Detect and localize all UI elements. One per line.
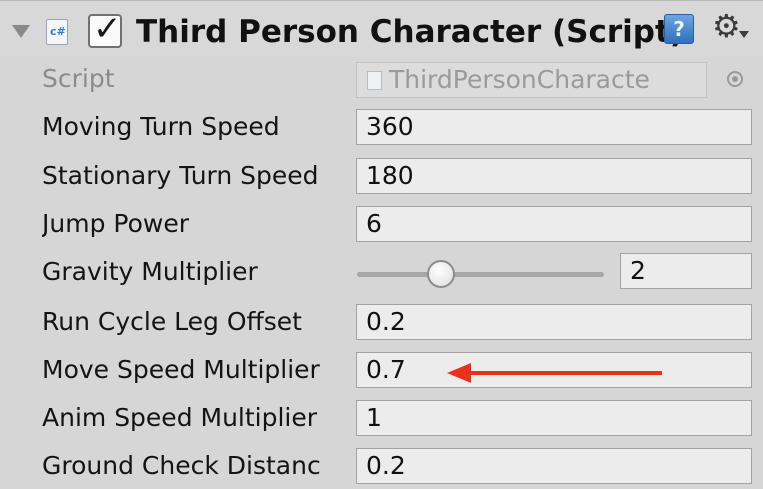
script-object-name: ThirdPersonCharacte <box>389 65 650 94</box>
ground-check-distance-label: Ground Check Distanc <box>42 451 321 480</box>
anim-speed-multiplier-label: Anim Speed Multiplier <box>42 403 318 432</box>
script-label: Script <box>42 64 115 93</box>
jump-power-label: Jump Power <box>42 209 189 238</box>
component-header[interactable]: ✓ Third Person Character (Script) ⚙ <box>0 1 763 57</box>
checkmark-icon: ✓ <box>93 9 122 49</box>
csharp-script-icon <box>46 19 68 45</box>
stationary-turn-speed-field[interactable]: 180 <box>356 158 752 194</box>
foldout-triangle-icon[interactable] <box>12 25 30 38</box>
settings-dropdown-arrow-icon[interactable] <box>739 31 749 38</box>
jump-power-field[interactable]: 6 <box>356 206 752 242</box>
gravity-multiplier-slider[interactable] <box>357 272 604 277</box>
moving-turn-speed-label: Moving Turn Speed <box>42 112 280 141</box>
help-book-icon[interactable] <box>664 14 694 44</box>
annotation-arrow-icon <box>447 363 662 383</box>
run-cycle-leg-offset-label: Run Cycle Leg Offset <box>42 307 302 336</box>
gravity-multiplier-label: Gravity Multiplier <box>42 257 258 286</box>
inspector-component-panel: ✓ Third Person Character (Script) ⚙ Scri… <box>0 0 763 489</box>
ground-check-distance-field[interactable]: 0.2 <box>356 448 752 484</box>
component-enabled-checkbox[interactable]: ✓ <box>88 9 122 49</box>
object-picker-icon[interactable] <box>727 71 743 87</box>
script-file-icon <box>367 71 382 90</box>
move-speed-multiplier-label: Move Speed Multiplier <box>42 355 320 384</box>
run-cycle-leg-offset-field[interactable]: 0.2 <box>356 304 752 340</box>
script-object-field[interactable]: ThirdPersonCharacte <box>356 62 707 98</box>
moving-turn-speed-field[interactable]: 360 <box>356 109 752 145</box>
anim-speed-multiplier-field[interactable]: 1 <box>356 400 752 436</box>
gravity-multiplier-field[interactable]: 2 <box>620 253 752 289</box>
component-title: Third Person Character (Script) <box>136 14 684 50</box>
gear-icon[interactable]: ⚙ <box>712 8 741 44</box>
slider-thumb[interactable] <box>426 260 455 288</box>
stationary-turn-speed-label: Stationary Turn Speed <box>42 161 319 190</box>
